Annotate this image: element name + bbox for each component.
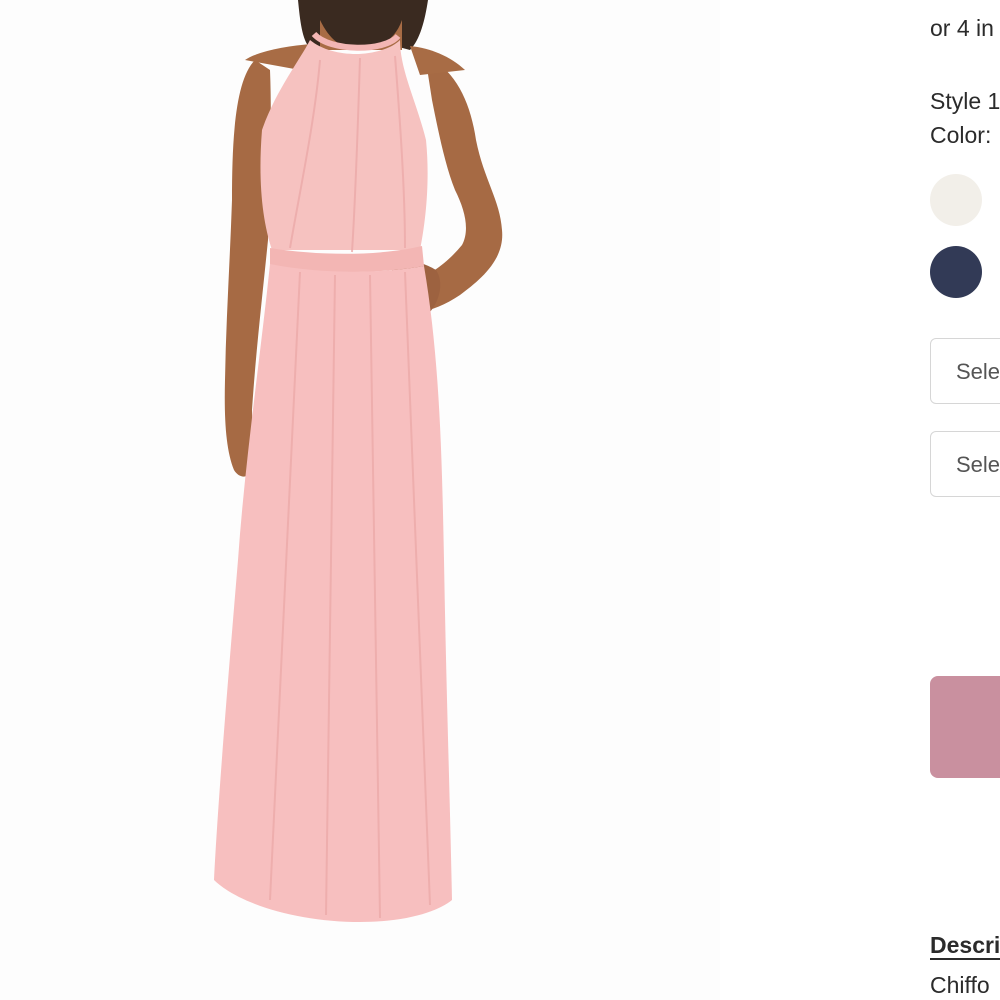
product-info-panel: or 4 in Style 1 Color: Sele Sele Descri … bbox=[930, 0, 1000, 1000]
product-image[interactable] bbox=[0, 0, 720, 1000]
size-select[interactable]: Sele bbox=[930, 338, 1000, 404]
dress-model-illustration bbox=[214, 0, 503, 922]
size-select-label: Sele bbox=[956, 359, 1000, 384]
color-swatch-ivory[interactable] bbox=[930, 174, 982, 226]
color-swatch-navy[interactable] bbox=[930, 246, 982, 298]
style-number: Style 1 bbox=[930, 88, 1000, 114]
length-select[interactable]: Sele bbox=[930, 431, 1000, 497]
add-to-cart-button[interactable] bbox=[930, 676, 1000, 778]
length-select-label: Sele bbox=[956, 452, 1000, 477]
description-link[interactable]: Descri bbox=[930, 932, 1000, 959]
fabric-text: Chiffo bbox=[930, 972, 990, 998]
color-label: Color: bbox=[930, 122, 992, 148]
installments-text: or 4 in bbox=[930, 15, 994, 41]
